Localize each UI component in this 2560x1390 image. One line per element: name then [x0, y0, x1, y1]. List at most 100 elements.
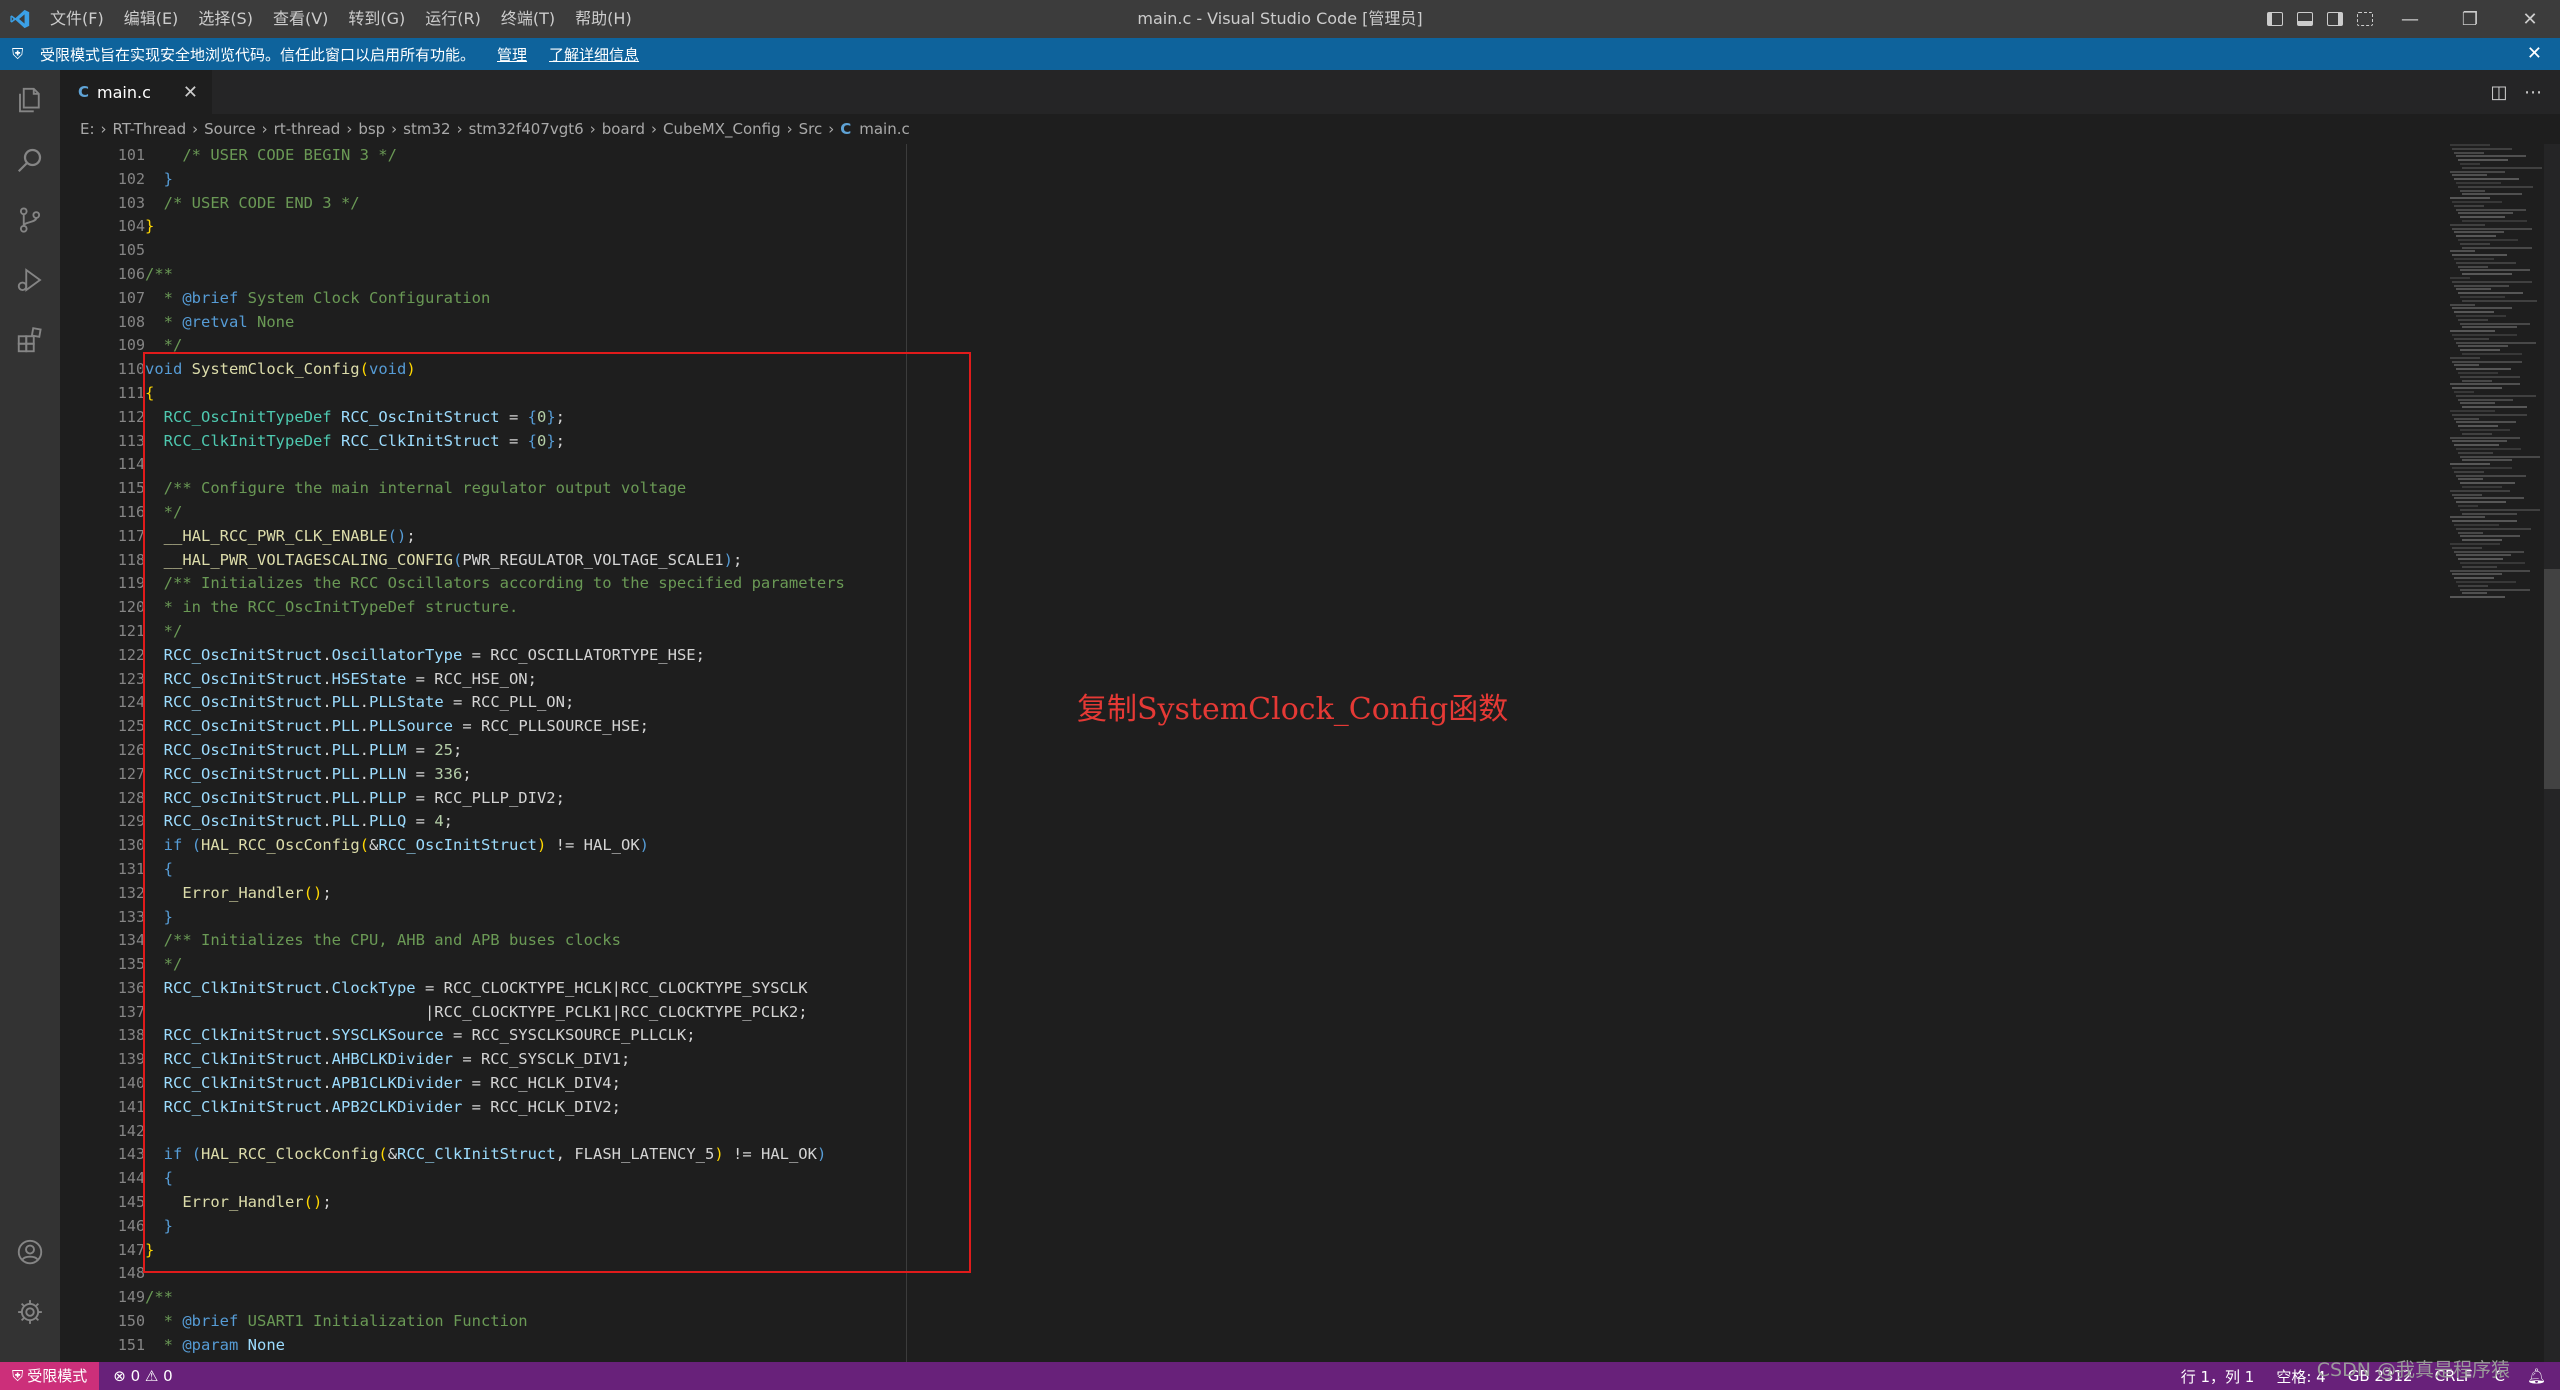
breadcrumb-item[interactable]: Src [799, 120, 823, 138]
banner-close-icon[interactable]: ✕ [2527, 38, 2542, 70]
source-control-icon[interactable] [0, 190, 60, 250]
minimap-line [2454, 311, 2494, 314]
breadcrumb-item[interactable]: stm32f407vgt6 [469, 120, 584, 138]
tab-main-c[interactable]: C main.c ✕ [60, 70, 212, 114]
minimap[interactable] [2450, 144, 2542, 604]
line-number: 135 [117, 955, 145, 974]
minimap-line [2454, 524, 2499, 526]
line-number: 122 [117, 645, 145, 664]
menu-selection[interactable]: 选择(S) [188, 0, 263, 38]
menu-file[interactable]: 文件(F) [40, 0, 114, 38]
breadcrumb-file[interactable]: main.c [859, 120, 910, 138]
minimap-line [2450, 569, 2530, 572]
menu-terminal[interactable]: 终端(T) [491, 0, 565, 38]
minimap-line [2452, 413, 2527, 416]
customize-layout-icon[interactable] [2350, 0, 2380, 38]
breadcrumb-item[interactable]: CubeMX_Config [663, 120, 781, 138]
breadcrumb-item[interactable]: bsp [358, 120, 385, 138]
search-icon[interactable] [0, 130, 60, 190]
minimap-line [2458, 212, 2513, 215]
minimap-line [2452, 573, 2502, 576]
line-number: 126 [117, 740, 145, 759]
menu-edit[interactable]: 编辑(E) [114, 0, 189, 38]
breadcrumb-item[interactable]: stm32 [403, 120, 450, 138]
line-number: 141 [117, 1097, 145, 1116]
breadcrumb-item[interactable]: board [602, 120, 645, 138]
line-number-gutter: 101 102 103 104 105 106 107 108 109 110 111 112 113 1… [60, 144, 145, 1358]
minimap-line [2456, 554, 2511, 557]
minimap-line [2462, 379, 2492, 382]
notifications-bell-icon[interactable]: 🔔︎ [2527, 1367, 2546, 1385]
line-number: 133 [117, 907, 145, 926]
minimap-line [2458, 505, 2478, 507]
title-bar: 文件(F) 编辑(E) 选择(S) 查看(V) 转到(G) 运行(R) 终端(T… [0, 0, 2560, 38]
cursor-position[interactable]: 行 1，列 1 [2181, 1366, 2255, 1387]
code-line: * @param None [145, 1335, 285, 1354]
toggle-panel-icon[interactable] [2290, 0, 2320, 38]
line-number: 103 [117, 193, 145, 212]
minimap-line [2460, 508, 2540, 511]
line-number: 107 [117, 288, 145, 307]
minimap-line [2450, 356, 2480, 359]
line-number: 147 [117, 1240, 145, 1259]
minimap-line [2450, 383, 2520, 386]
minimap-line [2454, 550, 2524, 553]
chevron-right-icon: › [192, 120, 199, 138]
minimap-line [2462, 512, 2517, 515]
line-number: 102 [117, 169, 145, 188]
restricted-mode-indicator[interactable]: ⛨ 受限模式 [0, 1362, 100, 1390]
toggle-sidebar-icon[interactable] [2260, 0, 2290, 38]
vertical-scrollbar[interactable] [2544, 144, 2560, 1362]
minimap-line [2456, 448, 2521, 450]
minimap-line [2454, 337, 2489, 340]
banner-learn-more-link[interactable]: 了解详细信息 [549, 44, 639, 65]
toggle-secondary-sidebar-icon[interactable] [2320, 0, 2350, 38]
breadcrumb-item[interactable]: rt-thread [274, 120, 341, 138]
line-number: 131 [117, 859, 145, 878]
banner-manage-link[interactable]: 管理 [497, 44, 527, 65]
minimap-line [2456, 235, 2496, 238]
code-line: /* USER CODE END 3 */ [163, 193, 360, 212]
chevron-right-icon: › [346, 120, 353, 138]
extensions-icon[interactable] [0, 310, 60, 370]
settings-gear-icon[interactable] [0, 1282, 60, 1342]
more-actions-icon[interactable]: ⋯ [2516, 82, 2550, 103]
menu-help[interactable]: 帮助(H) [565, 0, 642, 38]
scrollbar-thumb[interactable] [2544, 569, 2560, 789]
minimap-line [2452, 334, 2517, 336]
breadcrumb-item[interactable]: RT-Thread [113, 120, 187, 138]
problems-indicator[interactable]: ⊗ 0 ⚠ 0 [113, 1367, 172, 1385]
minimize-button[interactable]: — [2380, 0, 2440, 38]
breadcrumb: E: › RT-Thread › Source › rt-thread › bsp › s… [60, 114, 2560, 144]
split-editor-icon[interactable]: ◫ [2482, 82, 2516, 103]
minimap-line [2450, 516, 2485, 519]
minimap-line [2458, 265, 2488, 268]
minimap-line [2456, 261, 2516, 264]
menu-bar: 文件(F) 编辑(E) 选择(S) 查看(V) 转到(G) 运行(R) 终端(T… [40, 0, 642, 38]
line-number: 118 [117, 550, 145, 569]
menu-run[interactable]: 运行(R) [415, 0, 491, 38]
minimap-line [2462, 166, 2542, 169]
close-window-button[interactable]: ✕ [2500, 0, 2560, 38]
explorer-icon[interactable] [0, 70, 60, 130]
breadcrumb-item[interactable]: Source [204, 120, 256, 138]
minimap-line [2458, 558, 2503, 561]
code-editor[interactable]: 101 102 103 104 105 106 107 108 109 110 111 112 113 1… [60, 144, 2560, 1362]
menu-view[interactable]: 查看(V) [263, 0, 338, 38]
code-line: * @brief USART1 Initialization Function [145, 1312, 528, 1331]
restore-button[interactable]: ❐ [2440, 0, 2500, 38]
c-file-icon: C [78, 83, 90, 101]
tab-close-icon[interactable]: ✕ [183, 82, 198, 103]
code-line: } [163, 169, 174, 188]
run-debug-icon[interactable] [0, 250, 60, 310]
minimap-line [2454, 258, 2494, 260]
account-icon[interactable] [0, 1222, 60, 1282]
minimap-line [2450, 436, 2520, 439]
line-number: 109 [117, 336, 145, 355]
line-number: 119 [117, 574, 145, 593]
breadcrumb-item[interactable]: E: [80, 120, 95, 138]
minimap-line [2462, 193, 2522, 196]
line-number: 151 [117, 1335, 145, 1354]
shield-icon: ⛨ [12, 45, 24, 63]
menu-go[interactable]: 转到(G) [338, 0, 415, 38]
